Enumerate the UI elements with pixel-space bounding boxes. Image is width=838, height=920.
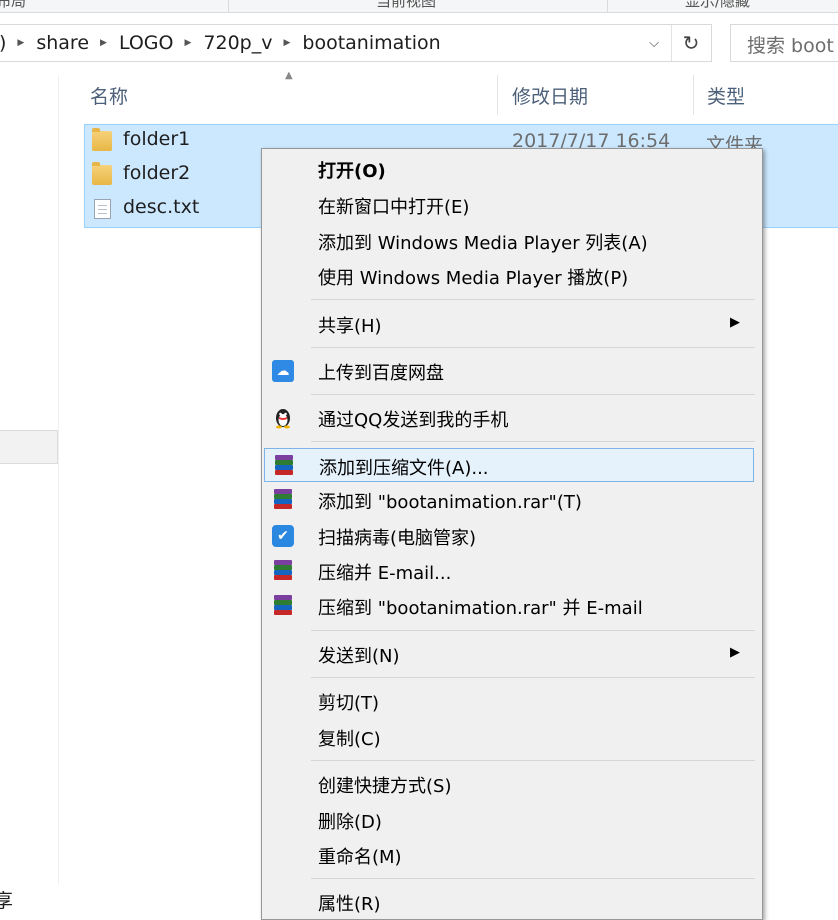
chevron-right-icon[interactable]: ▶ (17, 38, 24, 48)
menu-item-share[interactable]: 共享(H) ▶ (264, 307, 754, 341)
menu-item-add-rar[interactable]: 添加到 "bootanimation.rar"(T) (264, 483, 754, 517)
menu-separator (311, 630, 755, 631)
breadcrumb-item[interactable]: ) (0, 32, 6, 54)
menu-item-scan-virus[interactable]: ✔ 扫描病毒(电脑管家) (264, 519, 754, 553)
menu-item-label: 发送到(N) (318, 646, 400, 667)
menu-item-play-wmp[interactable]: 使用 Windows Media Player 播放(P) (264, 259, 754, 293)
context-menu: 打开(O) 在新窗口中打开(E) 添加到 Windows Media Playe… (261, 148, 763, 920)
shield-icon: ✔ (272, 525, 294, 547)
menu-item-label: 压缩到 "bootanimation.rar" 并 E-mail (318, 598, 643, 619)
ribbon-divider (607, 0, 608, 12)
menu-item-label: 压缩并 E-mail... (318, 563, 452, 584)
menu-item-label: 创建快捷方式(S) (318, 776, 452, 797)
address-bar[interactable]: ) ▶ share ▶ LOGO ▶ 720p_v ▶ bootanimatio… (0, 24, 712, 62)
folder-icon (92, 162, 112, 185)
menu-item-send-to[interactable]: 发送到(N) ▶ (264, 637, 754, 671)
submenu-arrow-icon: ▶ (730, 645, 740, 660)
menu-separator (311, 677, 755, 678)
file-name: desc.txt (123, 196, 200, 218)
sort-ascending-icon: ▲ (285, 70, 293, 81)
refresh-icon[interactable]: ↻ (671, 25, 710, 61)
nav-pane-divider (58, 75, 59, 885)
column-header-type[interactable]: 类型 (707, 82, 745, 109)
menu-item-label: 删除(D) (318, 812, 382, 833)
menu-item-properties[interactable]: 属性(R) (264, 885, 754, 919)
menu-item-add-wmp-list[interactable]: 添加到 Windows Media Player 列表(A) (264, 224, 754, 258)
menu-item-label: 添加到 Windows Media Player 列表(A) (318, 233, 648, 254)
ribbon-tab-current-view[interactable]: 当前视图 (376, 0, 436, 11)
menu-item-label: 添加到压缩文件(A)... (319, 458, 489, 479)
chevron-right-icon[interactable]: ▶ (100, 38, 107, 48)
address-history-dropdown-icon[interactable]: ⌵ (643, 25, 665, 61)
menu-item-label: 打开(O) (318, 161, 386, 182)
breadcrumb-item-share[interactable]: share (36, 32, 89, 54)
text-file-icon (94, 199, 111, 219)
menu-item-label: 通过QQ发送到我的手机 (318, 410, 509, 431)
menu-item-create-shortcut[interactable]: 创建快捷方式(S) (264, 767, 754, 801)
menu-item-add-archive[interactable]: 添加到压缩文件(A)... (264, 448, 754, 482)
menu-item-label: 复制(C) (318, 729, 381, 750)
column-header-date[interactable]: 修改日期 (512, 82, 588, 109)
menu-item-label: 添加到 "bootanimation.rar"(T) (318, 492, 582, 513)
winrar-icon (273, 455, 295, 477)
column-divider[interactable] (497, 75, 498, 115)
menu-separator (311, 878, 755, 879)
nav-pane-selected-item[interactable] (0, 430, 58, 464)
menu-separator (311, 299, 755, 300)
menu-item-label: 重命名(M) (318, 847, 402, 868)
search-placeholder: 搜索 boot (747, 35, 834, 57)
ribbon-tab-layout[interactable]: 布局 (0, 0, 26, 11)
ribbon-divider (228, 0, 229, 12)
menu-item-compress-email[interactable]: 压缩并 E-mail... (264, 554, 754, 588)
menu-item-upload-baidu[interactable]: ☁ 上传到百度网盘 (264, 354, 754, 388)
menu-item-open-new-window[interactable]: 在新窗口中打开(E) (264, 188, 754, 222)
menu-item-label: 扫描病毒(电脑管家) (318, 528, 477, 549)
menu-item-label: 在新窗口中打开(E) (318, 197, 470, 218)
menu-separator (311, 441, 755, 442)
column-header-name[interactable]: 名称 (90, 82, 128, 109)
menu-item-copy[interactable]: 复制(C) (264, 720, 754, 754)
column-divider[interactable] (693, 75, 694, 115)
folder-icon (92, 128, 112, 151)
ribbon-tab-show-hide[interactable]: 显示/隐藏 (685, 0, 750, 11)
breadcrumb-item-logo[interactable]: LOGO (119, 32, 174, 54)
menu-item-label: 上传到百度网盘 (318, 363, 444, 384)
submenu-arrow-icon: ▶ (730, 315, 740, 330)
file-name: folder2 (123, 162, 191, 184)
breadcrumb: ) ▶ share ▶ LOGO ▶ 720p_v ▶ bootanimatio… (0, 25, 441, 61)
menu-item-label: 属性(R) (318, 894, 381, 915)
menu-separator (311, 347, 755, 348)
winrar-icon (272, 595, 294, 617)
search-input[interactable]: 搜索 boot (730, 24, 838, 62)
qq-penguin-icon (272, 407, 294, 429)
menu-item-cut[interactable]: 剪切(T) (264, 684, 754, 718)
menu-item-label: 共享(H) (318, 316, 382, 337)
menu-item-send-qq[interactable]: 通过QQ发送到我的手机 (264, 401, 754, 435)
menu-item-label: 使用 Windows Media Player 播放(P) (318, 268, 629, 289)
menu-separator (311, 394, 755, 395)
menu-item-label: 剪切(T) (318, 693, 380, 714)
ribbon: 布局 当前视图 显示/隐藏 (0, 0, 838, 13)
menu-item-delete[interactable]: 删除(D) (264, 803, 754, 837)
chevron-right-icon[interactable]: ▶ (283, 38, 290, 48)
winrar-icon (272, 489, 294, 511)
breadcrumb-item-720p-v[interactable]: 720p_v (203, 32, 272, 54)
file-name: folder1 (123, 128, 191, 150)
chevron-right-icon[interactable]: ▶ (184, 38, 191, 48)
winrar-icon (272, 560, 294, 582)
baidu-cloud-icon: ☁ (272, 360, 294, 382)
nav-pane-item-label[interactable]: 享 (0, 886, 13, 913)
menu-item-open[interactable]: 打开(O) (264, 152, 754, 186)
breadcrumb-item-bootanimation[interactable]: bootanimation (302, 32, 440, 54)
menu-separator (311, 760, 755, 761)
menu-item-compress-rar-email[interactable]: 压缩到 "bootanimation.rar" 并 E-mail (264, 589, 754, 623)
menu-item-rename[interactable]: 重命名(M) (264, 838, 754, 872)
